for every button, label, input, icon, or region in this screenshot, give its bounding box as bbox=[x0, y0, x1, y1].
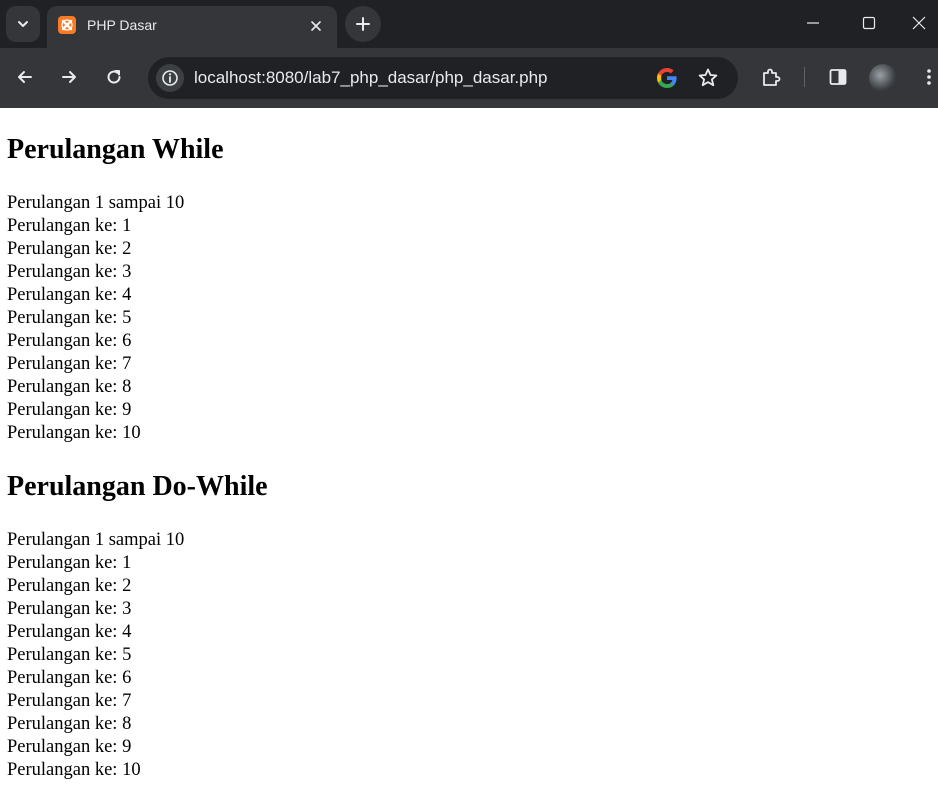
tab-search-button[interactable] bbox=[6, 6, 40, 42]
reload-button[interactable] bbox=[97, 60, 131, 94]
output-line: Perulangan ke: 4 bbox=[7, 285, 132, 305]
output-line: Perulangan ke: 1 bbox=[7, 553, 132, 573]
back-button[interactable] bbox=[8, 60, 42, 94]
while-output: Perulangan 1 sampai 10 Perulangan ke: 1 … bbox=[7, 192, 184, 445]
side-panel-icon bbox=[829, 69, 847, 85]
arrow-right-icon bbox=[62, 71, 76, 83]
address-bar[interactable]: localhost:8080/lab7_php_dasar/php_dasar.… bbox=[148, 57, 738, 99]
puzzle-icon bbox=[763, 68, 781, 86]
output-line: Perulangan ke: 6 bbox=[7, 668, 132, 688]
output-line: Perulangan ke: 7 bbox=[7, 354, 132, 374]
output-line: Perulangan 1 sampai 10 bbox=[7, 530, 185, 550]
site-info-button[interactable] bbox=[156, 64, 184, 92]
page-content: Perulangan While Perulangan 1 sampai 10 … bbox=[0, 108, 938, 806]
output-line: Perulangan 1 sampai 10 bbox=[7, 193, 185, 213]
menu-button[interactable] bbox=[912, 60, 938, 94]
do-while-output: Perulangan 1 sampai 10 Perulangan ke: 1 … bbox=[7, 529, 184, 782]
output-line: Perulangan ke: 5 bbox=[7, 645, 132, 665]
output-line: Perulangan ke: 2 bbox=[7, 239, 132, 259]
output-line: Perulangan ke: 9 bbox=[7, 400, 132, 420]
side-panel-button[interactable] bbox=[821, 60, 855, 94]
info-icon bbox=[162, 70, 178, 86]
output-line: Perulangan ke: 8 bbox=[7, 714, 132, 734]
browser-chrome: PHP Dasar localhost:8080/lab7_php_dasar/… bbox=[0, 0, 938, 108]
toolbar: localhost:8080/lab7_php_dasar/php_dasar.… bbox=[0, 48, 938, 108]
output-line: Perulangan ke: 5 bbox=[7, 308, 132, 328]
minimize-icon bbox=[807, 22, 819, 24]
extensions-button[interactable] bbox=[754, 60, 788, 94]
xampp-favicon-icon bbox=[58, 16, 76, 34]
close-icon bbox=[311, 21, 321, 31]
output-line: Perulangan ke: 10 bbox=[7, 760, 141, 780]
window-close-button[interactable] bbox=[896, 0, 938, 46]
output-line: Perulangan ke: 2 bbox=[7, 576, 132, 596]
tab-strip: PHP Dasar bbox=[0, 0, 938, 48]
output-line: Perulangan ke: 6 bbox=[7, 331, 132, 351]
kebab-menu-icon bbox=[927, 69, 931, 85]
tab-title: PHP Dasar bbox=[87, 17, 157, 33]
section-heading-do-while: Perulangan Do-While bbox=[7, 471, 268, 502]
chevron-down-icon bbox=[18, 21, 28, 27]
google-lens-icon[interactable] bbox=[655, 66, 679, 90]
toolbar-separator bbox=[804, 67, 805, 87]
section-heading-while: Perulangan While bbox=[7, 134, 224, 165]
close-icon bbox=[912, 16, 926, 30]
output-line: Perulangan ke: 10 bbox=[7, 423, 141, 443]
output-line: Perulangan ke: 9 bbox=[7, 737, 132, 757]
tab-active[interactable]: PHP Dasar bbox=[47, 6, 337, 48]
new-tab-button[interactable] bbox=[345, 6, 381, 42]
tab-close-button[interactable] bbox=[305, 15, 327, 37]
output-line: Perulangan ke: 3 bbox=[7, 262, 132, 282]
arrow-left-icon bbox=[18, 71, 32, 83]
maximize-button[interactable] bbox=[846, 0, 892, 46]
output-line: Perulangan ke: 1 bbox=[7, 216, 132, 236]
output-line: Perulangan ke: 8 bbox=[7, 377, 132, 397]
plus-icon bbox=[356, 17, 370, 31]
forward-button[interactable] bbox=[52, 60, 86, 94]
output-line: Perulangan ke: 3 bbox=[7, 599, 132, 619]
output-line: Perulangan ke: 4 bbox=[7, 622, 132, 642]
bookmark-star-icon[interactable] bbox=[696, 66, 720, 90]
output-line: Perulangan ke: 7 bbox=[7, 691, 132, 711]
minimize-button[interactable] bbox=[790, 0, 836, 46]
maximize-icon bbox=[862, 16, 876, 30]
profile-avatar[interactable] bbox=[869, 64, 897, 92]
url-text: localhost:8080/lab7_php_dasar/php_dasar.… bbox=[194, 68, 548, 87]
reload-icon bbox=[107, 70, 121, 84]
